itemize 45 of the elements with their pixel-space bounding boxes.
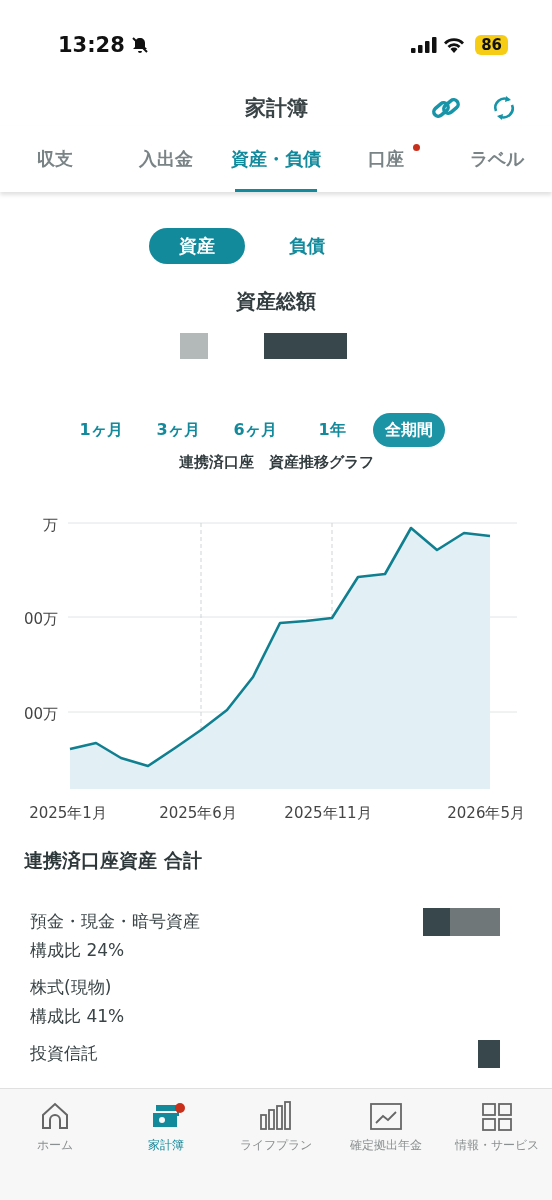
total-label: 資産総額 xyxy=(235,288,317,315)
bell-slash-icon xyxy=(130,36,149,54)
composition-ratio: 構成比 24% xyxy=(30,939,126,962)
tab[interactable]: 入出金 xyxy=(110,126,221,192)
segment-tab[interactable]: 資産 xyxy=(149,228,245,264)
y-axis-label: 00万 xyxy=(23,705,58,723)
period-tab[interactable]: 3ヶ月 xyxy=(142,413,214,447)
y-axis-label: 万 xyxy=(43,516,58,534)
asset-name: 投資信託 xyxy=(30,1042,98,1065)
wifi-icon xyxy=(443,37,466,53)
nav-item[interactable]: 家計簿 xyxy=(110,1099,221,1154)
nav-item[interactable]: 情報・サービス xyxy=(441,1099,552,1154)
sync-icon[interactable] xyxy=(491,93,517,123)
tab[interactable]: ラベル xyxy=(441,126,552,192)
line-chart-icon xyxy=(370,1103,403,1131)
chart-title: 連携済口座 資産推移グラフ xyxy=(177,453,375,472)
tab[interactable]: 収支 xyxy=(0,126,111,192)
tab[interactable]: 資産・負債 xyxy=(220,126,332,192)
battery-level: 86 xyxy=(475,35,508,55)
page-title: 家計簿 xyxy=(244,95,308,122)
nav-item[interactable]: ライフプラン xyxy=(220,1099,332,1154)
x-axis-label: 2025年11月 xyxy=(284,804,372,822)
status-time: 13:28 xyxy=(58,33,125,57)
asset-name: 株式(現物) xyxy=(30,976,113,999)
period-tab[interactable]: 全期間 xyxy=(373,413,445,447)
period-tab[interactable]: 6ヶ月 xyxy=(219,413,291,447)
nav-item[interactable]: 確定拠出年金 xyxy=(331,1099,442,1154)
bar-chart-icon xyxy=(259,1101,293,1131)
composition-ratio: 構成比 41% xyxy=(30,1005,125,1028)
x-axis-label: 2026年5月 xyxy=(447,804,525,822)
redaction-block xyxy=(478,1040,500,1068)
home-icon xyxy=(40,1101,71,1131)
tab[interactable]: 口座 xyxy=(331,126,442,192)
nav-item[interactable]: ホーム xyxy=(0,1099,111,1154)
period-tab[interactable]: 1年 xyxy=(296,413,368,447)
y-axis-label: 00万 xyxy=(23,610,58,628)
signal-icon xyxy=(411,37,438,53)
section-title: 連携済口座資産 合計 xyxy=(24,848,203,873)
x-axis-label: 2025年6月 xyxy=(159,804,237,822)
period-tab[interactable]: 1ヶ月 xyxy=(65,413,137,447)
segment-tab[interactable]: 負債 xyxy=(259,228,355,264)
x-axis-label: 2025年1月 xyxy=(29,804,107,822)
redaction-block xyxy=(179,333,208,359)
grid-icon xyxy=(481,1103,512,1131)
asset-name: 預金・現金・暗号資産 xyxy=(30,910,200,933)
